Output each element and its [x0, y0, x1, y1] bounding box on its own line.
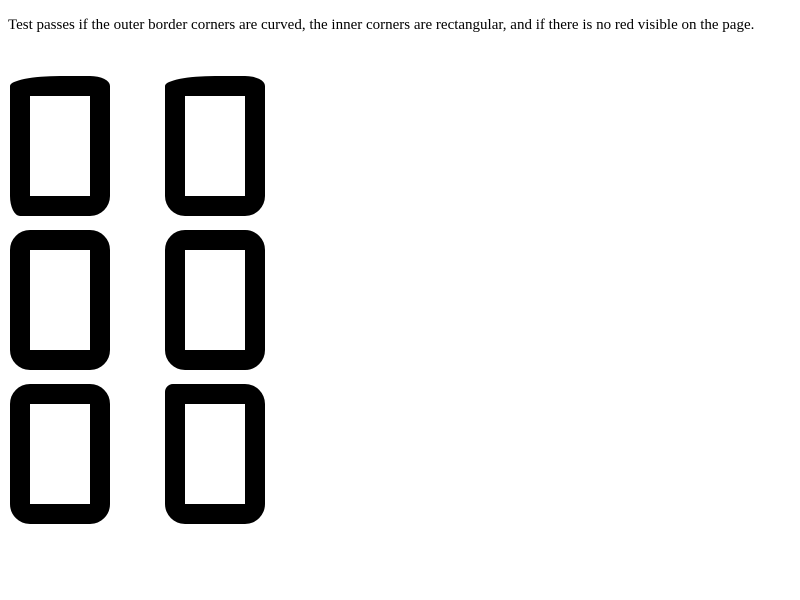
rounded-border-box [165, 76, 265, 216]
rounded-border-box [10, 230, 110, 370]
test-instructions: Test passes if the outer border corners … [8, 17, 755, 33]
rounded-border-box [165, 230, 265, 370]
rounded-border-box [10, 384, 110, 524]
rounded-border-box [10, 76, 110, 216]
rounded-border-box [165, 384, 265, 524]
